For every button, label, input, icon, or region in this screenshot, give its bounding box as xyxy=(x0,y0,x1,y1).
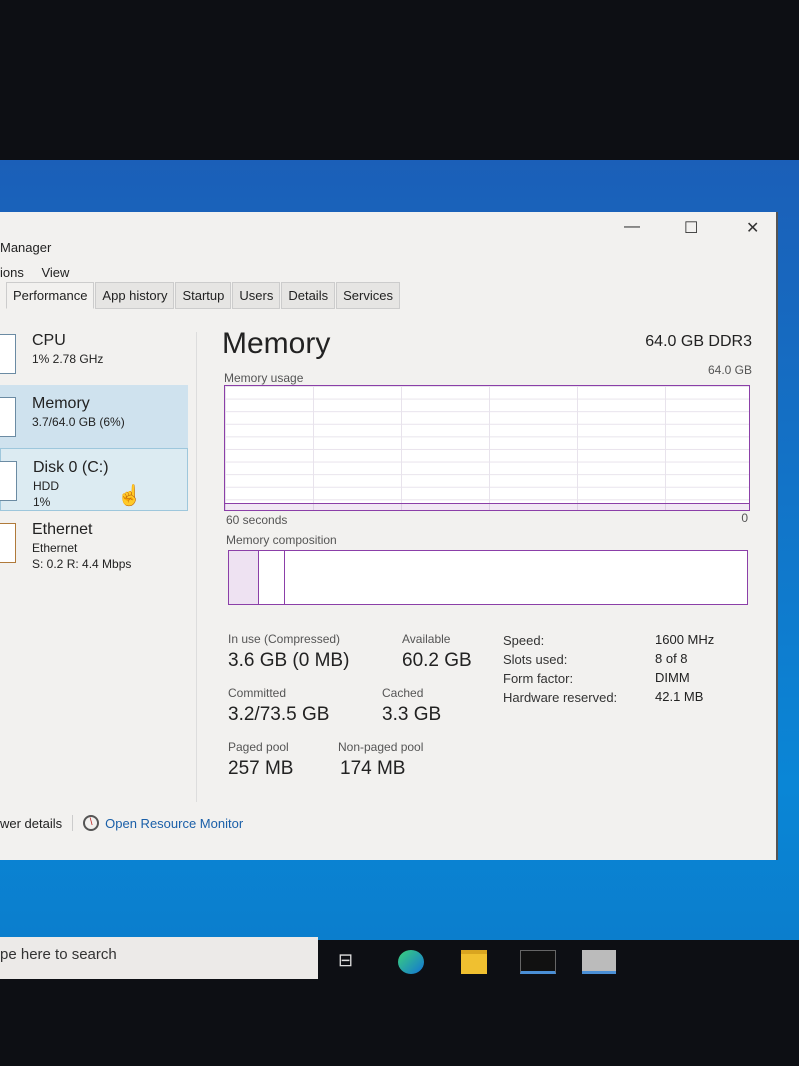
stat-value: 3.6 GB (0 MB) xyxy=(228,650,350,671)
memory-spec: 64.0 GB DDR3 xyxy=(645,333,752,350)
divider xyxy=(72,815,74,831)
detail-key: Slots used: xyxy=(503,652,568,667)
menu-view[interactable]: View xyxy=(41,265,69,280)
stat-value: 257 MB xyxy=(228,758,294,779)
window-title: Manager xyxy=(0,240,52,255)
minimize-button[interactable]: — xyxy=(624,218,640,236)
detail-value: 8 of 8 xyxy=(655,651,688,666)
stat-value: 3.3 GB xyxy=(382,704,442,725)
disk-thumbnail xyxy=(0,461,17,501)
detail-key: Form factor: xyxy=(503,671,574,686)
menu-options[interactable]: ions xyxy=(0,265,24,280)
resource-monitor-icon: \ xyxy=(83,815,100,831)
detail-key: Hardware reserved: xyxy=(503,690,618,705)
edge-icon[interactable] xyxy=(398,950,424,974)
stat-label: Available xyxy=(402,632,451,646)
maximize-button[interactable]: ☐ xyxy=(684,218,698,238)
memory-thumbnail xyxy=(0,397,16,437)
in-use-segment xyxy=(229,551,259,604)
detail-value: 42.1 MB xyxy=(655,689,704,704)
memory-usage-graph xyxy=(224,385,750,511)
stat-label: Non-paged pool xyxy=(338,740,424,754)
divider xyxy=(196,332,197,802)
task-view-icon[interactable]: ⊟ xyxy=(338,950,364,974)
tab-app-history[interactable]: App history xyxy=(95,282,175,309)
menu-bar: ions View xyxy=(0,265,83,280)
cpu-thumbnail xyxy=(0,334,16,374)
detail-value: 1600 MHz xyxy=(655,632,715,647)
usage-max: 64.0 GB xyxy=(707,363,752,377)
item-detail: S: 0.2 R: 4.4 Mbps xyxy=(32,557,132,571)
usage-label: Memory usage xyxy=(224,371,304,385)
composition-label: Memory composition xyxy=(226,533,337,547)
memory-composition-bar xyxy=(228,550,748,605)
tab-users[interactable]: Users xyxy=(232,282,281,309)
item-name: Ethernet xyxy=(32,521,93,538)
memory-panel: Memory 64.0 GB DDR3 Memory usage 64.0 GB… xyxy=(222,327,752,779)
tab-details[interactable]: Details xyxy=(281,282,336,309)
footer: wer details \ Open Resource Monitor xyxy=(0,815,243,831)
open-resource-monitor-link[interactable]: Open Resource Monitor xyxy=(105,816,243,831)
usage-fill xyxy=(225,502,749,510)
task-manager-window: Manager — ☐ ✕ ions View Performance App … xyxy=(0,212,778,860)
item-detail: 1% 2.78 GHz xyxy=(32,352,104,366)
stat-label: Paged pool xyxy=(228,740,289,754)
tab-bar: Performance App history Startup Users De… xyxy=(6,282,401,309)
close-button[interactable]: ✕ xyxy=(746,218,759,238)
time-label: 60 seconds xyxy=(226,513,288,527)
ethernet-thumbnail xyxy=(0,523,16,563)
item-name: Disk 0 (C:) xyxy=(33,459,109,476)
tab-services[interactable]: Services xyxy=(336,282,400,309)
stat-label: In use (Compressed) xyxy=(228,632,341,646)
taskbar-search-input[interactable]: pe here to search xyxy=(0,937,318,979)
item-detail: Ethernet xyxy=(32,541,78,555)
stat-label: Committed xyxy=(228,686,287,700)
item-name: CPU xyxy=(32,332,66,349)
stat-value: 174 MB xyxy=(340,758,406,779)
stat-value: 3.2/73.5 GB xyxy=(228,704,330,725)
task-manager-taskbar-icon[interactable] xyxy=(582,950,616,974)
item-detail: 3.7/64.0 GB (6%) xyxy=(32,415,125,429)
item-detail: HDD xyxy=(33,479,59,493)
sidebar-item-cpu[interactable]: CPU 1% 2.78 GHz xyxy=(0,322,188,385)
terminal-icon[interactable] xyxy=(520,950,556,974)
file-explorer-icon[interactable] xyxy=(461,950,487,974)
item-detail: 1% xyxy=(33,495,51,509)
hardware-details: Speed: 1600 MHz Slots used: 8 of 8 Form fa… xyxy=(503,632,743,708)
modified-segment xyxy=(259,551,285,604)
stat-value: 60.2 GB xyxy=(402,650,472,671)
sidebar-item-disk[interactable]: Disk 0 (C:) HDD 1% ☝ xyxy=(0,448,188,511)
stat-label: Cached xyxy=(382,686,424,700)
tab-performance[interactable]: Performance xyxy=(6,282,95,309)
sidebar-item-ethernet[interactable]: Ethernet Ethernet S: 0.2 R: 4.4 Mbps xyxy=(0,511,188,574)
detail-value: DIMM xyxy=(655,670,690,685)
hand-cursor-icon: ☝ xyxy=(117,485,142,507)
detail-key: Speed: xyxy=(503,633,545,648)
sidebar-item-memory[interactable]: Memory 3.7/64.0 GB (6%) xyxy=(0,385,188,448)
resource-sidebar: CPU 1% 2.78 GHz Memory 3.7/64.0 GB (6%) Di… xyxy=(0,322,188,574)
usage-min: 0 xyxy=(741,511,748,525)
fewer-details-link[interactable]: wer details xyxy=(0,816,62,831)
tab-startup[interactable]: Startup xyxy=(175,282,232,309)
item-name: Memory xyxy=(32,395,90,412)
